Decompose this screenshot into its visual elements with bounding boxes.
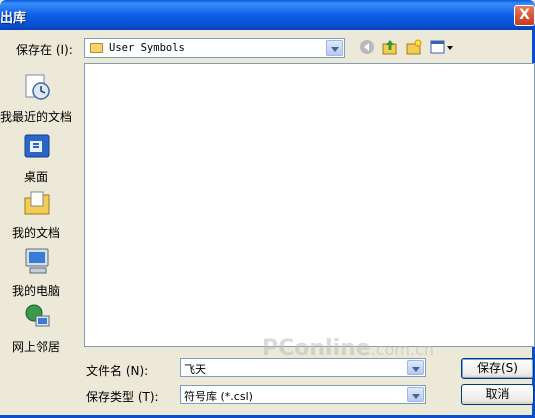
place-recent-documents[interactable]: 我最近的文档 xyxy=(0,68,76,124)
filetype-value: 符号库 (*.csl) xyxy=(184,390,253,403)
my-documents-icon xyxy=(22,188,52,218)
my-computer-icon xyxy=(22,246,52,276)
chevron-down-icon[interactable] xyxy=(407,360,424,375)
window-title: 出库 xyxy=(0,11,27,26)
folder-icon xyxy=(90,43,103,53)
save-in-dropdown[interactable]: User Symbols xyxy=(84,38,345,58)
filename-value: 飞天 xyxy=(184,363,206,376)
save-in-label: 保存在 (I): xyxy=(16,43,73,57)
up-folder-icon[interactable] xyxy=(381,38,399,56)
place-desktop[interactable]: 桌面 xyxy=(0,128,76,184)
place-label: 我的电脑 xyxy=(11,284,60,298)
place-label: 桌面 xyxy=(23,170,48,184)
save-in-value: User Symbols xyxy=(109,42,185,54)
place-network-places[interactable]: 网上邻居 xyxy=(0,298,76,354)
filetype-dropdown[interactable]: 符号库 (*.csl) xyxy=(180,385,426,404)
place-my-computer[interactable]: 我的电脑 xyxy=(0,242,76,298)
file-list[interactable] xyxy=(84,63,535,347)
save-button[interactable]: 保存(S) xyxy=(461,358,534,379)
recent-documents-icon xyxy=(22,72,52,102)
cancel-button[interactable]: 取消 xyxy=(461,384,534,405)
close-button[interactable]: X xyxy=(514,5,535,26)
place-my-documents[interactable]: 我的文档 xyxy=(0,184,76,240)
place-label: 我的文档 xyxy=(11,226,60,240)
filetype-label: 保存类型 (T): xyxy=(86,390,159,404)
back-arrow-icon[interactable] xyxy=(358,39,376,57)
title-bar: 出库 X xyxy=(0,0,535,30)
places-bar: 我最近的文档 桌面 我的文档 我的电脑 网上邻居 xyxy=(0,62,76,354)
desktop-icon xyxy=(22,132,52,162)
filename-label: 文件名 (N): xyxy=(86,364,149,378)
place-label: 网上邻居 xyxy=(11,340,60,354)
place-label: 我最近的文档 xyxy=(0,110,73,124)
view-menu-icon[interactable] xyxy=(430,38,454,56)
watermark-suffix: .com.cn xyxy=(370,340,434,359)
chevron-down-icon[interactable] xyxy=(326,40,343,56)
new-folder-icon[interactable] xyxy=(405,38,423,56)
filename-input[interactable]: 飞天 xyxy=(180,358,426,377)
network-places-icon xyxy=(22,302,52,332)
chevron-down-icon[interactable] xyxy=(407,387,424,402)
